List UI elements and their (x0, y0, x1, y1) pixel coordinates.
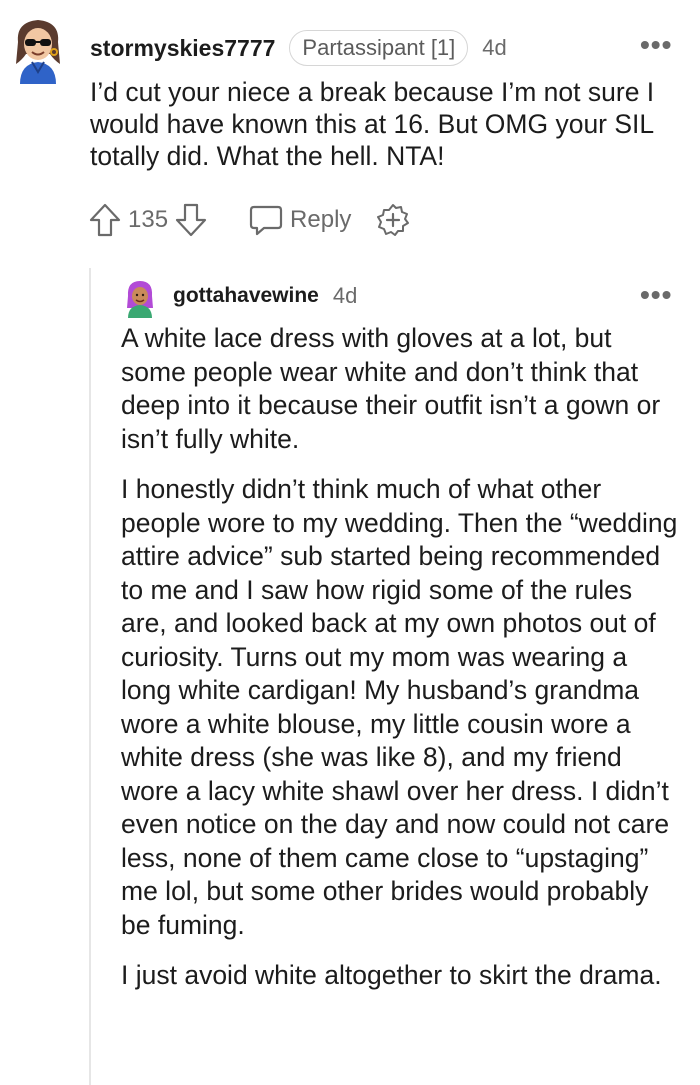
downvote-icon (174, 202, 208, 238)
reply-button[interactable]: Reply (248, 203, 351, 237)
user-flair: Partassipant [1] (289, 30, 469, 66)
comment-body: I’d cut your niece a break because I’m n… (90, 77, 655, 171)
award-button[interactable] (375, 202, 411, 238)
more-options-icon[interactable]: ••• (640, 281, 672, 309)
username[interactable]: stormyskies7777 (90, 35, 275, 62)
upvote-button[interactable] (88, 202, 122, 238)
username[interactable]: gottahavewine (173, 284, 319, 308)
more-options-icon[interactable]: ••• (640, 31, 672, 59)
comment-meta: gottahavewine 4d (173, 278, 357, 314)
comment-meta: stormyskies7777 Partassipant [1] 4d (90, 28, 507, 68)
reply-label: Reply (290, 206, 352, 233)
thread-line[interactable] (89, 268, 91, 1085)
comment-paragraph: I just avoid white altogether to skirt t… (121, 960, 662, 990)
downvote-button[interactable] (174, 202, 208, 238)
comment-actions: 135 Reply (88, 200, 411, 240)
comment-paragraph: A white lace dress with gloves at a lot,… (121, 323, 661, 454)
timestamp[interactable]: 4d (482, 35, 506, 61)
avatar[interactable] (122, 278, 158, 318)
avatar[interactable] (8, 14, 68, 84)
reply-icon (248, 203, 284, 237)
comment-paragraph: I honestly didn’t think much of what oth… (121, 474, 678, 940)
award-icon (375, 202, 411, 238)
comment-body: A white lace dress with gloves at a lot,… (121, 322, 681, 1010)
vote-score: 135 (128, 206, 169, 233)
timestamp[interactable]: 4d (333, 283, 357, 309)
upvote-icon (88, 202, 122, 238)
